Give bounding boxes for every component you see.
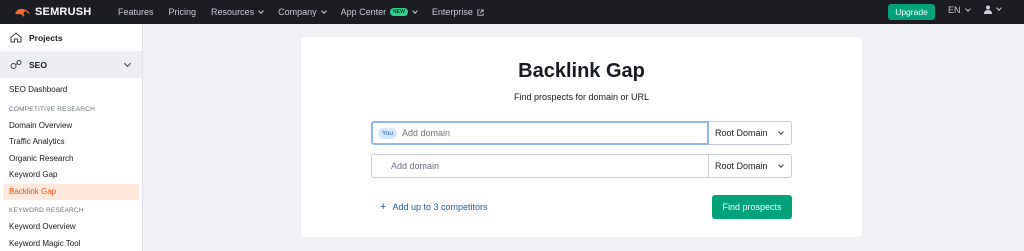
- your-domain-scope-select[interactable]: Root Domain: [709, 121, 792, 145]
- sidebar-item-projects-label: Projects: [29, 32, 63, 43]
- nav-pricing[interactable]: Pricing: [169, 7, 197, 17]
- language-label: EN: [948, 5, 961, 15]
- nav-pricing-label: Pricing: [168, 7, 197, 17]
- sidebar-item-keyword-magic-tool[interactable]: Keyword Magic Tool: [0, 236, 142, 251]
- chevron-down-icon: [964, 5, 971, 12]
- sidebar-item-traffic-analytics[interactable]: Traffic Analytics: [0, 134, 142, 151]
- sidebar-item-organic-research[interactable]: Organic Research: [0, 151, 142, 168]
- sidebar-item-keyword-overview[interactable]: Keyword Overview: [0, 219, 142, 236]
- chevron-down-icon: [996, 5, 1002, 11]
- page-subtitle: Find prospects for domain or URL: [513, 92, 650, 102]
- sidebar-item-backlink-gap[interactable]: Backlink Gap: [3, 183, 139, 200]
- sidebar-item-seo-dashboard[interactable]: SEO Dashboard: [0, 82, 142, 99]
- nav-resources[interactable]: Resources: [211, 7, 264, 17]
- top-navigation-bar: SEMRUSH Features Pricing Resources Compa…: [0, 0, 1024, 24]
- your-domain-placeholder: Add domain: [401, 128, 451, 138]
- your-domain-input[interactable]: You Add domain: [371, 121, 709, 145]
- nav-app-center[interactable]: App Center NEW: [340, 7, 418, 17]
- sidebar-section-competitive-research: COMPETITIVE RESEARCH: [9, 105, 95, 113]
- nav-features-label: Features: [118, 7, 154, 17]
- competitor-domain-placeholder: Add domain: [391, 161, 440, 171]
- sidebar-item-seo[interactable]: SEO: [0, 51, 142, 78]
- sidebar-item-seo-label: SEO: [29, 59, 47, 70]
- upgrade-button[interactable]: Upgrade: [888, 4, 935, 20]
- brand-name: SEMRUSH: [35, 6, 92, 18]
- plus-icon: +: [380, 200, 387, 213]
- new-badge: NEW: [390, 8, 408, 16]
- sidebar-item-projects[interactable]: Projects: [0, 24, 142, 51]
- nav-enterprise-label: Enterprise: [431, 7, 473, 17]
- chevron-down-icon: [123, 59, 132, 68]
- page-title: Backlink Gap: [518, 60, 645, 82]
- external-link-icon: [477, 8, 484, 16]
- nav-company[interactable]: Company: [278, 7, 327, 17]
- user-menu[interactable]: [984, 5, 1002, 14]
- main-nav: Features Pricing Resources Company App C…: [118, 7, 499, 17]
- nav-resources-label: Resources: [211, 7, 255, 17]
- chevron-down-icon: [778, 162, 784, 168]
- add-competitors-link[interactable]: + Add up to 3 competitors: [380, 200, 488, 213]
- competitor-scope-select[interactable]: Root Domain: [709, 154, 792, 178]
- scope-select-value: Root Domain: [715, 161, 768, 171]
- nav-enterprise[interactable]: Enterprise: [432, 7, 484, 17]
- scope-select-value: Root Domain: [715, 128, 768, 138]
- add-competitors-label: Add up to 3 competitors: [392, 202, 488, 212]
- nav-company-label: Company: [278, 7, 317, 17]
- nav-features[interactable]: Features: [118, 7, 154, 17]
- chevron-down-icon: [258, 7, 264, 14]
- nav-app-center-label: App Center: [340, 7, 387, 17]
- your-domain-row: You Add domain Root Domain: [371, 121, 792, 145]
- sidebar: Projects SEO SEO Dashboard COMPETITIVE R…: [0, 24, 143, 251]
- find-prospects-button[interactable]: Find prospects: [712, 195, 792, 219]
- sidebar-item-keyword-gap[interactable]: Keyword Gap: [0, 167, 142, 184]
- chevron-down-icon: [411, 7, 418, 14]
- chevron-down-icon: [778, 129, 784, 135]
- chevron-down-icon: [320, 7, 327, 14]
- user-icon: [984, 5, 992, 14]
- backlink-gap-card: Backlink Gap Find prospects for domain o…: [301, 37, 862, 237]
- sidebar-section-keyword-research: KEYWORD RESEARCH: [9, 207, 84, 214]
- home-icon: [10, 32, 22, 43]
- seo-icon: [10, 60, 22, 69]
- competitor-domain-input[interactable]: Add domain: [371, 154, 709, 178]
- semrush-logo[interactable]: SEMRUSH: [14, 6, 104, 18]
- competitor-domain-row: Add domain Root Domain: [371, 154, 792, 178]
- you-badge: You: [378, 127, 397, 139]
- semrush-flame-icon: [15, 8, 30, 17]
- language-selector[interactable]: EN: [948, 5, 971, 15]
- sidebar-item-domain-overview[interactable]: Domain Overview: [0, 118, 142, 135]
